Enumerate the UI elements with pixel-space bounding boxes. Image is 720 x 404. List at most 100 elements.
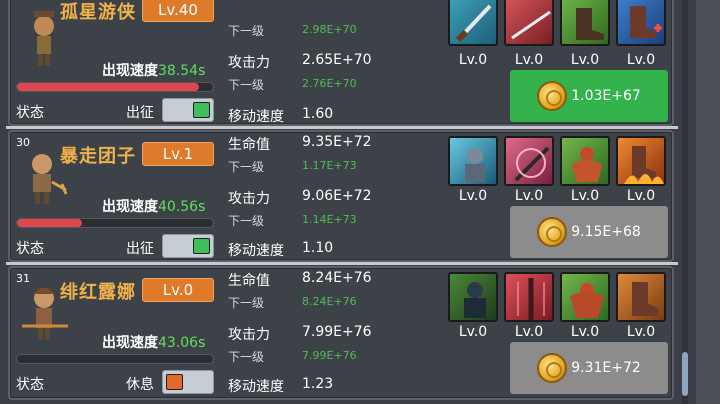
coin-icon (537, 217, 568, 247)
move-speed-value: 1.10 (302, 240, 334, 256)
skill-level: Lv.0 (458, 52, 488, 68)
coin-icon (537, 353, 568, 383)
red-blade-icon[interactable] (504, 272, 554, 322)
divider (6, 262, 678, 265)
atk-next-label: 下一级 (228, 214, 265, 228)
appear-speed: 出现速度40.56s (102, 196, 205, 216)
hp-value: 8.24E+76 (302, 270, 372, 286)
atk-value: 2.65E+70 (302, 52, 372, 68)
move-speed-value: 1.23 (302, 376, 334, 392)
hero-level-badge: Lv.40 (142, 0, 214, 22)
upgrade-cost: 9.31E+72 (571, 360, 641, 376)
skill-level: Lv.0 (514, 52, 544, 68)
upgrade-button[interactable]: 9.31E+72 (510, 342, 668, 394)
state-label: 状态 (16, 377, 44, 393)
appear-speed: 出现速度43.06s (102, 332, 205, 352)
boot-kick-icon[interactable] (560, 0, 610, 46)
hero-name: 绯红露娜 (60, 282, 136, 303)
hero-list: 孤星游侠 Lv.40 出现速度38.54s 状态 出征 下一级 2.98E+70… (0, 0, 720, 404)
hero-card: 30 暴走团子 Lv.1 出现速度40.56s 状态 出征 生命值 9.35E+… (8, 130, 674, 262)
mode-label: 休息 (126, 377, 154, 393)
upgrade-cost: 9.15E+68 (571, 224, 641, 240)
atk-label: 攻击力 (228, 327, 270, 343)
atk-next-label: 下一级 (228, 350, 265, 364)
scrollbar-thumb[interactable] (682, 352, 688, 396)
appear-speed-label: 出现速度 (102, 199, 158, 215)
sword-pierce-icon[interactable] (504, 136, 554, 186)
hp-value: 9.35E+72 (302, 134, 372, 150)
hp-label: 生命值 (228, 137, 270, 153)
strongman-icon[interactable] (560, 136, 610, 186)
skill-level: Lv.0 (514, 324, 544, 340)
atk-label: 攻击力 (228, 191, 270, 207)
hero-name: 暴走团子 (60, 146, 136, 167)
skill-level: Lv.0 (626, 52, 656, 68)
coin-icon (537, 81, 568, 111)
hero-level-badge: Lv.0 (142, 278, 214, 302)
hp-bar (16, 218, 214, 228)
move-speed-value: 1.60 (302, 106, 334, 122)
move-speed-label: 移动速度 (228, 243, 284, 259)
deploy-toggle[interactable] (162, 370, 214, 394)
divider (6, 126, 678, 129)
appear-speed-label: 出现速度 (102, 335, 158, 351)
appear-speed-value: 38.54s (158, 63, 206, 79)
upgrade-button[interactable]: 9.15E+68 (510, 206, 668, 258)
atk-next-value: 2.76E+70 (302, 77, 357, 90)
hero-card: 31 绯红露娜 Lv.0 出现速度43.06s 状态 休息 生命值 8.24E+… (8, 266, 674, 400)
skill-level: Lv.0 (458, 324, 488, 340)
state-label: 状态 (16, 105, 44, 121)
appear-speed-value: 40.56s (158, 199, 206, 215)
state-label: 状态 (16, 241, 44, 257)
sword-slash-icon[interactable] (448, 0, 498, 46)
atk-value: 9.06E+72 (302, 188, 372, 204)
skill-level: Lv.0 (570, 188, 600, 204)
hp-bar (16, 354, 214, 364)
skill-level: Lv.0 (570, 52, 600, 68)
atk-value: 7.99E+76 (302, 324, 372, 340)
mode-label: 出征 (126, 105, 154, 121)
hp-bar (16, 82, 214, 92)
move-speed-label: 移动速度 (228, 109, 284, 125)
boot-kick-icon[interactable] (616, 272, 666, 322)
toggle-knob (193, 238, 210, 254)
atk-next-value: 7.99E+76 (302, 349, 357, 362)
toggle-knob (166, 374, 183, 390)
hero-name: 孤星游侠 (60, 2, 136, 23)
boot-heal-icon[interactable] (616, 0, 666, 46)
hp-next-value: 1.17E+73 (302, 159, 357, 172)
hp-bar-fill (17, 219, 82, 227)
appear-speed-label: 出现速度 (102, 63, 158, 79)
hp-next-value: 2.98E+70 (302, 23, 357, 36)
ice-knight-icon[interactable] (448, 136, 498, 186)
frame-border (696, 0, 720, 404)
appear-speed-value: 43.06s (158, 335, 206, 351)
appear-speed: 出现速度38.54s (102, 60, 205, 80)
skill-level: Lv.0 (626, 188, 656, 204)
skill-level: Lv.0 (570, 324, 600, 340)
hero-level-badge: Lv.1 (142, 142, 214, 166)
atk-next-value: 1.14E+73 (302, 213, 357, 226)
hp-next-label: 下一级 (228, 24, 265, 38)
skill-level: Lv.0 (458, 188, 488, 204)
skill-level: Lv.0 (626, 324, 656, 340)
scrollbar[interactable] (682, 0, 688, 404)
dark-knight-icon[interactable] (448, 272, 498, 322)
deploy-toggle[interactable] (162, 98, 214, 122)
flame-stomp-icon[interactable] (616, 136, 666, 186)
strongman-icon[interactable] (560, 272, 610, 322)
mode-label: 出征 (126, 241, 154, 257)
blade-slash-icon[interactable] (504, 0, 554, 46)
hp-next-label: 下一级 (228, 160, 265, 174)
hp-next-value: 8.24E+76 (302, 295, 357, 308)
upgrade-cost: 1.03E+67 (571, 88, 641, 104)
hp-bar-fill (17, 83, 200, 91)
atk-label: 攻击力 (228, 55, 270, 71)
upgrade-button[interactable]: 1.03E+67 (510, 70, 668, 122)
hp-label: 生命值 (228, 273, 270, 289)
hp-next-label: 下一级 (228, 296, 265, 310)
deploy-toggle[interactable] (162, 234, 214, 258)
hero-card: 孤星游侠 Lv.40 出现速度38.54s 状态 出征 下一级 2.98E+70… (8, 0, 674, 126)
toggle-knob (193, 102, 210, 118)
atk-next-label: 下一级 (228, 78, 265, 92)
